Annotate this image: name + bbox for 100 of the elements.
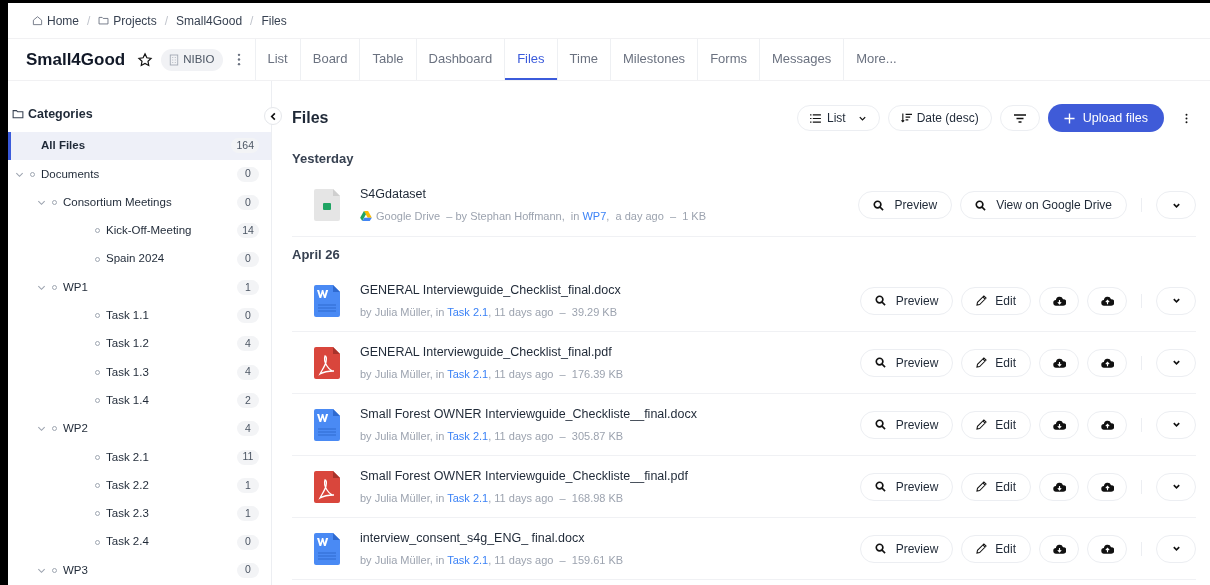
cloud-download-icon [1052,481,1066,492]
tree-item[interactable]: Task 1.1 0 [8,301,271,330]
tree-item[interactable]: Spain 2024 0 [8,244,271,274]
count-badge: 14 [237,223,259,239]
tree-item[interactable]: Task 2.3 1 [8,499,271,528]
folder-icon [98,15,110,26]
file-name[interactable]: Small Forest OWNER Interviewguide_Checkliste__final.docx [360,404,860,424]
count-badge: 11 [237,449,259,465]
tree-label: Task 2.3 [106,506,149,522]
category-link[interactable]: WP7 [582,210,607,223]
tab[interactable]: Forms [698,39,759,80]
tree-label: Consortium Meetings [63,194,172,210]
file-name[interactable]: S4Gdataset [360,185,859,205]
tree-item[interactable]: Task 2.2 1 [8,471,271,500]
upload-button[interactable]: Upload files [1047,104,1164,132]
count-badge: 0 [237,195,259,210]
tab[interactable]: Files [505,39,557,80]
tree-item[interactable]: WP2 4 [8,414,271,443]
breadcrumb-separator: / [164,12,169,30]
count-badge: 2 [237,393,259,409]
file-meta: by Julia Müller, in Task 2.1, 11 days ago – 168.98 KB [360,490,624,506]
breadcrumb-separator: / [87,12,91,30]
file-name[interactable]: interview_consent_s4g_ENG_ final.docx [360,528,860,548]
tab[interactable]: Milestones [611,39,698,80]
tree-label: WP3 [63,562,88,578]
bullet-icon [94,510,101,518]
bullet-icon [94,340,101,348]
pencil-icon [976,295,988,306]
pencil-icon [976,481,988,492]
tab[interactable]: Time [557,39,610,80]
file-name[interactable]: Small Forest OWNER Interviewguide_Checkliste__final.pdf [360,466,860,486]
search-icon [874,543,886,554]
pencil-icon [976,357,988,368]
file-meta: by Julia Müller, in Task 2.1, 11 days ago – 39.29 KB [360,304,618,320]
folder-icon [12,108,24,121]
tree-item[interactable]: Task 1.4 2 [8,386,271,415]
tree-item[interactable]: Documents 0 [8,160,271,189]
document-file-icon [314,532,340,565]
tree-label: Task 2.2 [106,477,149,493]
cloud-download-icon [1052,543,1066,554]
plus-icon [1063,112,1075,124]
file-name[interactable]: GENERAL Interviewguide_Checklist_final.docx [360,280,860,300]
chevron-icon [37,424,46,434]
pdf-file-icon [314,346,340,379]
tree-item[interactable]: All Files 164 [8,131,271,161]
bullet-icon [94,481,101,489]
cloud-upload-icon [1100,481,1114,492]
chevron-left-icon [268,111,278,121]
breadcrumb-link[interactable]: Home [32,11,79,30]
count-badge: 0 [237,534,259,550]
count-badge: 4 [237,364,259,380]
drive-icon [360,211,372,222]
tree-item[interactable]: WP1 1 [8,273,271,302]
tree-label: WP1 [63,279,88,295]
collapse-button[interactable] [264,107,282,125]
tree-item[interactable]: Kick-Off-Meeting 14 [8,216,271,245]
group-heading: Yesterday [292,150,355,168]
bullet-icon [94,397,101,405]
chevron-down-icon [1171,420,1181,429]
breadcrumb-link[interactable]: Files [261,11,287,30]
tab[interactable]: List [255,39,300,80]
tree-label: Kick-Off-Meeting [106,223,192,239]
bullet-icon [29,170,36,178]
filter-icon [1013,113,1026,123]
cloud-download-icon [1052,295,1066,306]
tree-label: Task 1.2 [106,336,149,352]
tree-item[interactable]: Task 1.3 4 [8,358,271,387]
tree-label: All Files [41,138,86,154]
tree-item[interactable]: Task 2.1 11 [8,443,271,472]
bullet-icon [94,312,101,320]
tab[interactable]: Board [300,39,360,80]
tree-label: Task 2.1 [106,449,149,465]
cloud-upload-icon [1100,543,1114,554]
tree-item[interactable]: WP3 0 [8,556,271,585]
search-icon [975,199,987,211]
kebab-icon [1184,112,1188,124]
chevron-down-icon [1171,544,1181,553]
count-badge: 1 [237,506,259,522]
tab[interactable]: Table [360,39,416,80]
file-name[interactable]: GENERAL Interviewguide_Checklist_final.pdf [360,342,860,362]
tree-label: Task 1.3 [106,364,149,380]
count-badge: 4 [237,336,259,352]
group-heading: April 26 [292,245,341,264]
breadcrumb-link[interactable]: Small4Good [176,11,243,30]
bullet-icon [94,538,101,546]
tab[interactable]: Messages [759,39,844,80]
chevron-down-icon [1171,296,1181,305]
page-title: Files [291,108,330,128]
tree-label: Spain 2024 [106,251,165,267]
tree-item[interactable]: Task 1.2 4 [8,329,271,359]
tree-item[interactable]: Task 2.4 0 [8,527,271,557]
bullet-icon [94,453,101,461]
sort-icon [900,113,912,123]
tree-item[interactable]: Consortium Meetings 0 [8,188,271,217]
tab[interactable]: Dashboard [416,39,505,80]
project-title: Small4Good [26,48,126,71]
tab[interactable]: More... [844,39,909,80]
cloud-download-icon [1052,357,1066,368]
breadcrumb-link[interactable]: Projects [98,11,157,30]
breadcrumb-separator: / [250,12,254,30]
